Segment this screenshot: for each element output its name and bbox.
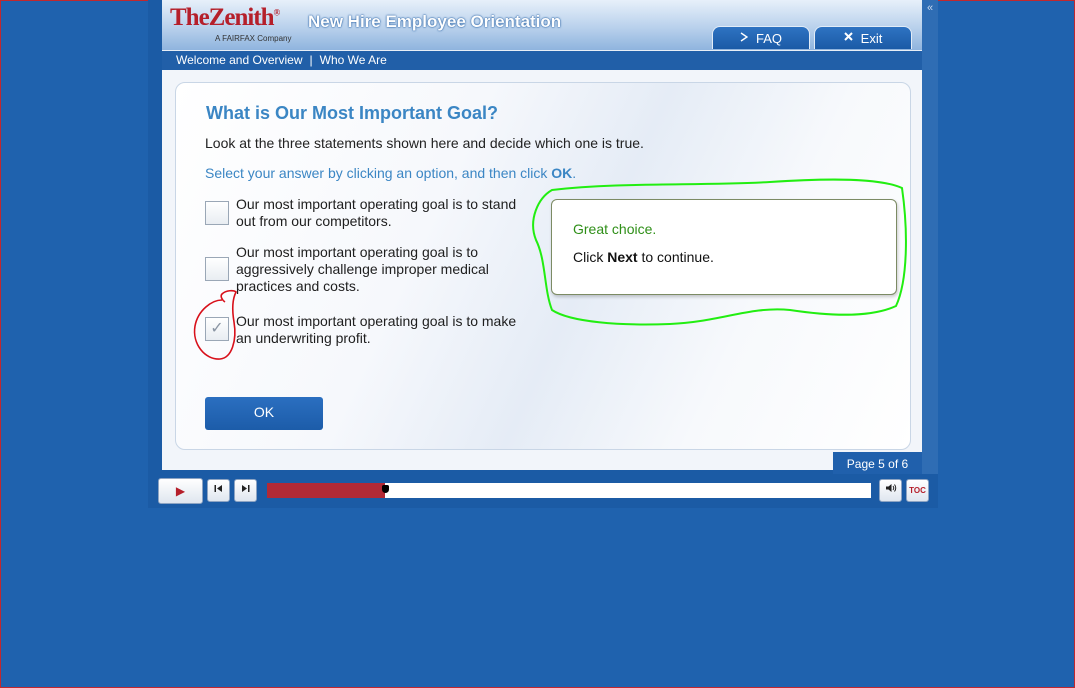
checkmark-icon: ✓ (210, 320, 224, 337)
logo-wordmark: TheZenith® (170, 4, 280, 31)
answer-checkbox-2[interactable] (205, 257, 229, 281)
player-controls: ▶ TOC (148, 474, 938, 508)
feedback-popup: Great choice. Click Next to continue. (551, 199, 897, 295)
answer-text-3[interactable]: Our most important operating goal is to … (236, 313, 526, 347)
answer-checkbox-3[interactable]: ✓ (205, 317, 229, 341)
volume-button[interactable] (879, 479, 902, 502)
breadcrumb-item-who-we-are: Who We Are (319, 53, 387, 67)
faq-button[interactable]: FAQ (712, 26, 810, 49)
play-button[interactable]: ▶ (158, 478, 203, 504)
progress-fill (267, 483, 385, 498)
exit-label: Exit (860, 30, 883, 46)
question-title: What is Our Most Important Goal? (206, 103, 498, 123)
skip-back-icon (214, 485, 223, 495)
faq-label: FAQ (755, 30, 782, 46)
page-indicator: Page 5 of 6 (833, 452, 922, 474)
answer-checkbox-1[interactable] (205, 201, 229, 225)
exit-button[interactable]: Exit (814, 26, 912, 49)
course-title: New Hire Employee Orientation (308, 12, 562, 31)
company-logo: TheZenith® A FAIRFAX Company (170, 4, 300, 46)
progress-thumb[interactable] (382, 485, 389, 493)
collapse-icon[interactable]: « (924, 2, 936, 14)
feedback-body: Click Next to continue. (573, 249, 714, 265)
breadcrumb: Welcome and Overview | Who We Are (162, 50, 922, 70)
breadcrumb-item-welcome: Welcome and Overview (176, 53, 303, 67)
ok-button[interactable]: OK (205, 397, 323, 430)
volume-icon (885, 484, 897, 495)
next-button[interactable] (234, 479, 257, 502)
logo-tagline: A FAIRFAX Company (215, 34, 292, 43)
play-arrow-icon (740, 31, 749, 45)
side-strip (922, 0, 938, 474)
play-icon: ▶ (175, 484, 186, 498)
feedback-title: Great choice. (573, 221, 657, 237)
answer-text-2[interactable]: Our most important operating goal is to … (236, 244, 526, 295)
progress-bar[interactable] (267, 483, 871, 498)
question-instruction: Look at the three statements shown here … (205, 135, 644, 151)
breadcrumb-separator: | (309, 53, 313, 67)
close-x-icon (843, 32, 853, 44)
toc-button[interactable]: TOC (906, 479, 929, 502)
course-player: « TheZenith® A FAIRFAX Company New Hire … (148, 0, 938, 508)
previous-button[interactable] (207, 479, 230, 502)
answer-text-1[interactable]: Our most important operating goal is to … (236, 196, 526, 230)
question-prompt: Select your answer by clicking an option… (205, 165, 577, 181)
skip-forward-icon (241, 485, 250, 495)
